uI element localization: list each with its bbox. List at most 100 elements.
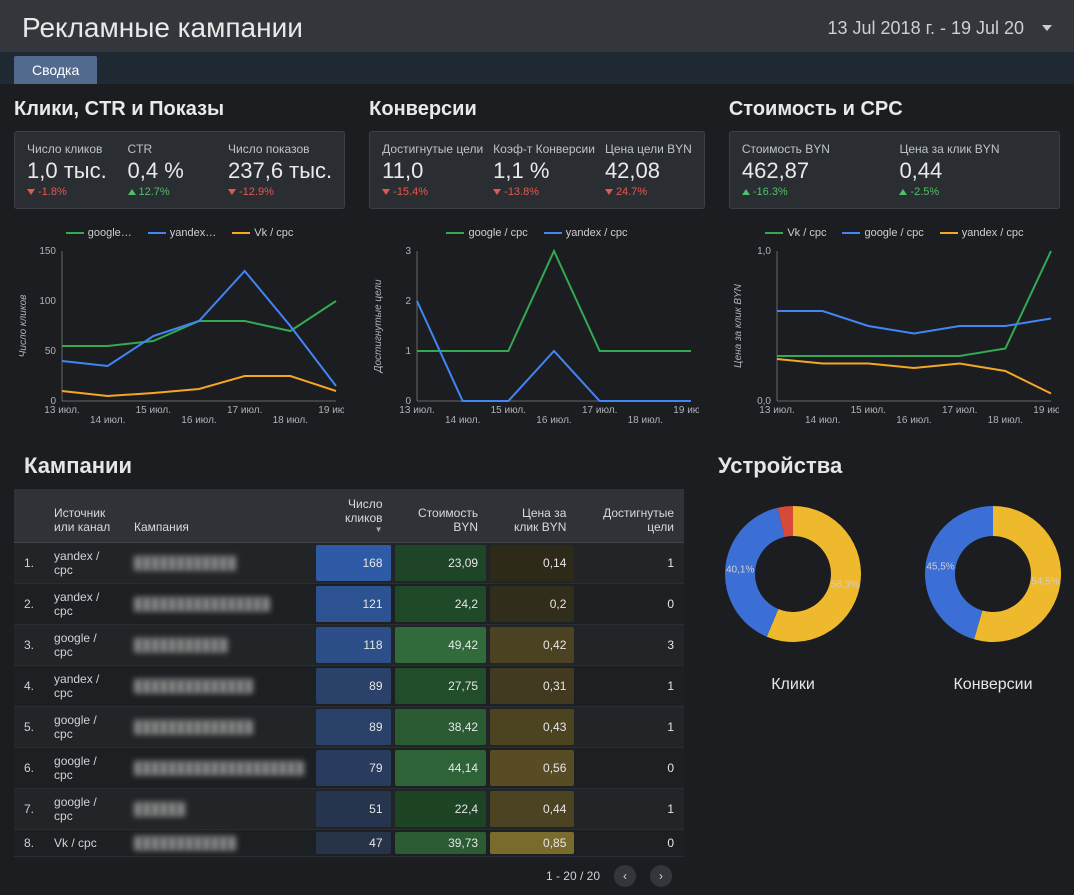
panel-cost-title: Стоимость и CPC [729,98,1060,121]
panel-conv-title: Конверсии [369,98,705,121]
table-row[interactable]: 3.google / cpc███████████11849,420,423 [14,625,684,666]
legend-item[interactable]: yandex / cpc [544,227,628,239]
pager-next-button[interactable]: › [650,865,672,887]
svg-text:15 июл.: 15 июл. [491,405,526,416]
kpi-value: 462,87 [742,158,890,184]
kpi-delta: -2.5% [899,186,1047,198]
tab-summary[interactable]: Сводка [14,56,97,84]
legend-item[interactable]: yandex… [148,227,216,239]
table-row[interactable]: 1.yandex / cpc████████████16823,090,141 [14,543,684,584]
kpi-label: Цена цели BYN [605,142,692,156]
table-row[interactable]: 7.google / cpc██████5122,40,441 [14,789,684,830]
table-pager: 1 - 20 / 20 ‹ › [14,857,684,895]
table-header[interactable] [14,489,44,543]
table-header[interactable]: Кампания [124,489,314,543]
pager-text: 1 - 20 / 20 [546,869,600,883]
donut-clicks: 56,3%40,1% Клики [708,489,878,694]
date-range-picker[interactable]: 13 Jul 2018 г. - 19 Jul 20 [828,18,1053,39]
table-cell: 39,73 [393,830,489,857]
svg-text:1,0: 1,0 [757,246,771,257]
panel-clicks-title: Клики, CTR и Показы [14,98,345,121]
kpi-label: Коэф-т Конверсии [493,142,595,156]
kpi-delta: 24.7% [605,186,692,198]
table-cell: ██████████████ [124,666,314,707]
kpi-cpc[interactable]: Цена за клик BYN 0,44 -2.5% [899,142,1047,198]
tab-row: Сводка [0,52,1074,84]
kpi-cost[interactable]: Стоимость BYN 462,87 -16.3% [742,142,890,198]
table-cell: 121 [314,584,392,625]
table-row[interactable]: 8.Vk / cpc████████████4739,730,850 [14,830,684,857]
legend-item[interactable]: Vk / cpc [232,227,293,239]
kpi-label: Число кликов [27,142,118,156]
svg-text:15 июл.: 15 июл. [136,405,171,416]
legend-item[interactable]: yandex / cpc [940,227,1024,239]
donut-chart-conversions: 54,5%45,5% [908,489,1074,659]
kpi-value: 0,4 % [128,158,219,184]
table-cell: 3. [14,625,44,666]
donut-conversions: 54,5%45,5% Конверсии [908,489,1074,694]
svg-text:18 июл.: 18 июл. [987,415,1022,426]
legend-item[interactable]: google / cpc [446,227,527,239]
svg-text:14 июл.: 14 июл. [805,415,840,426]
kpi-clicks[interactable]: Число кликов 1,0 тыс. -1.8% [27,142,118,198]
legend-item[interactable]: Vk / cpc [765,227,826,239]
kpi-group-clicks: Число кликов 1,0 тыс. -1.8% CTR 0,4 % 12… [14,131,345,209]
table-cell: 1. [14,543,44,584]
kpi-delta: 12.7% [128,186,219,198]
table-header[interactable]: Достигнутые цели [576,489,684,543]
table-cell: 47 [314,830,392,857]
svg-text:Число кликов: Число кликов [18,295,29,358]
table-cell: yandex / cpc [44,543,124,584]
table-cell: 0,85 [488,830,576,857]
pager-prev-button[interactable]: ‹ [614,865,636,887]
svg-text:14 июл.: 14 июл. [90,415,125,426]
table-row[interactable]: 6.google / cpc████████████████████7944,1… [14,748,684,789]
line-chart-clicks: Число кликов05010015013 июл.14 июл.15 ию… [14,245,344,435]
table-cell: google / cpc [44,625,124,666]
kpi-value: 237,6 тыс. [228,158,332,184]
legend-item[interactable]: google / cpc [842,227,923,239]
table-header[interactable]: Источник или канал [44,489,124,543]
table-cell: ████████████ [124,543,314,584]
table-cell: 6. [14,748,44,789]
donut-chart-clicks: 56,3%40,1% [708,489,878,659]
table-row[interactable]: 4.yandex / cpc██████████████8927,750,311 [14,666,684,707]
table-cell: 3 [576,625,684,666]
svg-text:13 июл.: 13 июл. [399,405,434,416]
svg-text:Достигнутые цели: Достигнутые цели [373,279,384,374]
sort-desc-icon: ▼ [324,525,382,534]
kpi-conv-rate[interactable]: Коэф-т Конверсии 1,1 % -13.8% [493,142,595,198]
table-cell: ████████████████ [124,584,314,625]
table-header[interactable]: Цена за клик BYN [488,489,576,543]
kpi-ctr[interactable]: CTR 0,4 % 12.7% [128,142,219,198]
arrow-down-icon [493,189,501,195]
kpi-goals[interactable]: Достигнутые цели 11,0 -15.4% [382,142,483,198]
table-cell: ██████ [124,789,314,830]
kpi-delta: -15.4% [382,186,483,198]
kpi-group-cost: Стоимость BYN 462,87 -16.3% Цена за клик… [729,131,1060,209]
table-row[interactable]: 5.google / cpc██████████████8938,420,431 [14,707,684,748]
kpi-goal-cost[interactable]: Цена цели BYN 42,08 24.7% [605,142,692,198]
legend-cost: Vk / cpc google / cpc yandex / cpc [729,227,1060,239]
kpi-value: 1,0 тыс. [27,158,118,184]
table-row[interactable]: 2.yandex / cpc████████████████12124,20,2… [14,584,684,625]
panel-clicks: Клики, CTR и Показы Число кликов 1,0 тыс… [14,98,345,435]
table-header[interactable]: Стоимость BYN [393,489,489,543]
kpi-impressions[interactable]: Число показов 237,6 тыс. -12.9% [228,142,332,198]
legend-item[interactable]: google… [66,227,132,239]
date-range-text: 13 Jul 2018 г. - 19 Jul 20 [828,18,1025,39]
chevron-down-icon [1042,25,1052,31]
table-header[interactable]: Число кликов▼ [314,489,392,543]
kpi-label: Цена за клик BYN [899,142,1047,156]
table-cell: 7. [14,789,44,830]
table-cell: ████████████████████ [124,748,314,789]
svg-text:1: 1 [406,346,412,357]
table-cell: 51 [314,789,392,830]
table-cell: 49,42 [393,625,489,666]
svg-text:16 июл.: 16 июл. [896,415,931,426]
svg-text:19 июл.: 19 июл. [673,405,699,416]
svg-text:18 июл.: 18 июл. [628,415,663,426]
table-cell: 22,4 [393,789,489,830]
svg-text:13 июл.: 13 июл. [759,405,794,416]
svg-text:2: 2 [406,296,412,307]
